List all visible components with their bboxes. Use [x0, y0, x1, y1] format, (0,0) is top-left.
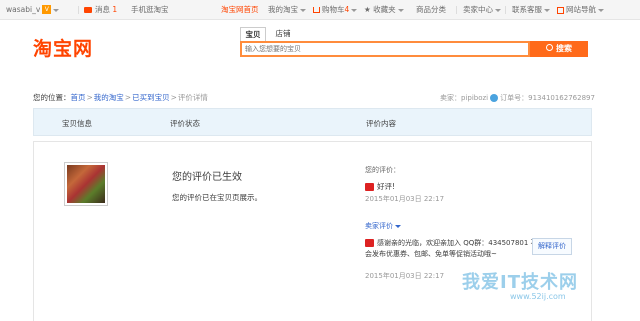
star-icon: ★	[364, 5, 374, 14]
col-item-info: 宝贝信息	[62, 119, 92, 128]
cart-count: 4	[344, 5, 350, 14]
search-box	[240, 41, 530, 57]
rating-text: 好评!	[377, 182, 396, 191]
chevron-down-icon	[351, 8, 358, 12]
good-rating-icon	[365, 183, 374, 191]
breadcrumb-separator: >	[86, 93, 93, 102]
search-button-label: 搜索	[556, 44, 572, 53]
item-image	[67, 165, 105, 203]
favorites-link[interactable]: ★ 收藏夹	[364, 5, 404, 15]
divider	[78, 6, 79, 14]
tab-items[interactable]: 宝贝	[240, 27, 266, 41]
divider	[456, 6, 457, 14]
review-date: 2015年01月03日 22:17	[365, 195, 445, 203]
breadcrumb: 您的位置：首页>我的淘宝>已买到宝贝>评价详情	[33, 92, 208, 103]
cart-label: 购物车	[322, 5, 345, 14]
messages-count: 1	[112, 5, 118, 14]
search-button[interactable]: 搜索	[530, 41, 588, 57]
breadcrumb-current: 评价详情	[177, 93, 208, 102]
watermark-url: www.52ij.com	[510, 292, 566, 301]
seller-review-toggle[interactable]: 卖家评价	[365, 221, 401, 231]
my-taobao-link[interactable]: 我的淘宝	[268, 5, 306, 15]
col-review-status: 评价状态	[170, 119, 200, 128]
chevron-down-icon	[598, 8, 604, 12]
breadcrumb-separator: >	[124, 93, 132, 102]
tab-shops[interactable]: 店铺	[270, 27, 296, 41]
reply-date: 2015年01月03日 22:17	[365, 272, 445, 280]
search-icon	[546, 44, 553, 51]
messages-label: 消息	[95, 5, 110, 14]
breadcrumb-prefix: 您的位置：	[33, 93, 71, 102]
seller-label: 卖家：	[440, 94, 461, 102]
cart-link[interactable]: 购物车4	[313, 5, 358, 15]
breadcrumb-home[interactable]: 首页	[71, 93, 86, 102]
wangwang-chat-icon[interactable]	[490, 94, 499, 102]
review-status-desc: 您的评价已在宝贝页展示。	[172, 193, 262, 202]
cart-icon	[313, 7, 320, 13]
item-thumbnail[interactable]	[64, 162, 108, 206]
divider	[505, 6, 506, 14]
watermark-title: 我爱IT技术网	[462, 272, 578, 293]
vip-level-badge: V	[42, 5, 52, 14]
chevron-down-icon	[544, 8, 550, 12]
sitemap-label: 网站导航	[566, 5, 596, 14]
seller-review-label: 卖家评价	[365, 222, 393, 230]
messages-link[interactable]: 消息 1	[84, 5, 117, 15]
seller-reply-text: 感谢亲的光临，欢迎亲加入 QQ群：434507801 不定时会发布优惠券、包邮、…	[365, 239, 552, 258]
seller-order-info: 卖家：pipibozi 订单号：913410162762897	[440, 93, 595, 103]
review-table-header: 宝贝信息 评价状态 评价内容	[33, 108, 592, 136]
chevron-down-icon	[495, 8, 501, 12]
categories-link[interactable]: 商品分类	[416, 5, 446, 15]
taobao-logo[interactable]: 淘宝网	[33, 34, 93, 61]
taobao-home-link[interactable]: 淘宝网首页	[221, 5, 259, 15]
order-label: 订单号：	[500, 94, 529, 102]
seller-center-link[interactable]: 卖家中心	[463, 5, 501, 15]
chevron-down-icon	[53, 8, 60, 12]
rating: 好评!	[365, 181, 395, 192]
chevron-down-icon	[397, 8, 404, 12]
support-label: 联系客服	[512, 5, 542, 14]
order-number: 913410162762897	[528, 94, 595, 102]
chevron-down-icon	[395, 224, 401, 228]
chevron-down-icon	[300, 8, 306, 12]
support-link[interactable]: 联系客服	[512, 5, 550, 15]
sitemap-link[interactable]: 网站导航	[557, 5, 604, 15]
username-link[interactable]: wasabi_v V	[6, 5, 60, 15]
my-review-label: 您的评价：	[365, 166, 400, 174]
good-rating-icon	[365, 239, 374, 247]
search-input[interactable]	[242, 43, 528, 55]
seller-center-label: 卖家中心	[463, 5, 493, 14]
col-review-content: 评价内容	[366, 119, 396, 128]
breadcrumb-separator: >	[170, 93, 177, 102]
seller-name[interactable]: pipibozi	[461, 94, 488, 102]
top-nav-bar: wasabi_v V 消息 1 手机逛淘宝 淘宝网首页 我的淘宝 购物车4 ★ 收…	[0, 0, 640, 20]
explain-review-button[interactable]: 解释评价	[532, 238, 572, 255]
review-status-title: 您的评价已生效	[172, 172, 242, 183]
seller-reply: 感谢亲的光临，欢迎亲加入 QQ群：434507801 不定时会发布优惠券、包邮、…	[365, 238, 555, 260]
grid-icon	[557, 6, 564, 14]
breadcrumb-my-taobao[interactable]: 我的淘宝	[94, 93, 124, 102]
username-label: wasabi_v	[6, 5, 41, 14]
mobile-taobao-link[interactable]: 手机逛淘宝	[131, 5, 169, 15]
breadcrumb-bought-items[interactable]: 已买到宝贝	[132, 93, 170, 102]
favorites-label: 收藏夹	[373, 5, 396, 14]
my-taobao-label: 我的淘宝	[268, 5, 298, 14]
mail-icon	[84, 7, 92, 13]
site-watermark: 我爱IT技术网 www.52ij.com	[448, 268, 628, 316]
